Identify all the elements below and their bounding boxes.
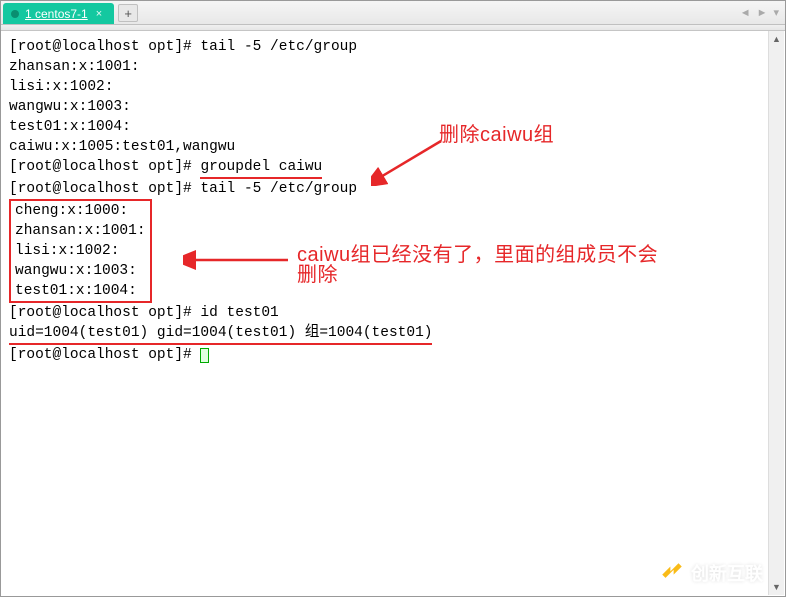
nav-menu-icon[interactable]: ▾ [771,4,781,21]
terminal-line: cheng:x:1000: [15,201,146,221]
terminal-line: test01:x:1004: [15,281,146,301]
terminal-line: caiwu:x:1005:test01,wangwu [9,137,777,157]
tab-centos7-1[interactable]: 1 centos7-1 × [3,3,114,24]
highlighted-command: groupdel caiwu [200,157,322,179]
terminal-line: [root@localhost opt]# tail -5 /etc/group [9,37,777,57]
annotation-text: 删除caiwu组 [439,125,554,145]
vertical-scrollbar[interactable]: ▲ ▼ [768,31,784,595]
tab-nav: ◄ ► ▾ [738,1,781,24]
tab-status-dot [11,10,19,18]
close-icon[interactable]: × [94,8,104,20]
nav-left-icon[interactable]: ◄ [738,5,753,21]
terminal-line: lisi:x:1002: [9,77,777,97]
watermark-logo-icon [659,560,685,586]
cursor [200,348,209,363]
annotation-text: 删除 [297,265,658,285]
watermark-text: 创新互联 [691,560,763,586]
terminal-line: uid=1004(test01) gid=1004(test01) 组=1004… [9,323,777,345]
plus-icon: + [124,6,132,21]
tab-bar: 1 centos7-1 × + ◄ ► ▾ [1,1,785,25]
terminal-line: zhansan:x:1001: [15,221,146,241]
terminal-line: wangwu:x:1003: [15,261,146,281]
annotation-block: caiwu组已经没有了，里面的组成员不会 删除 [297,245,658,285]
tab-label: 1 centos7-1 [25,7,88,21]
highlighted-output: uid=1004(test01) gid=1004(test01) 组=1004… [9,323,432,345]
terminal-line: [root@localhost opt]# id test01 [9,303,777,323]
nav-right-icon[interactable]: ► [755,5,770,21]
output-highlight-box: cheng:x:1000: zhansan:x:1001: lisi:x:100… [9,199,152,303]
terminal-line: [root@localhost opt]# tail -5 /etc/group [9,179,777,199]
scroll-up-icon[interactable]: ▲ [769,31,784,47]
terminal-line: zhansan:x:1001: [9,57,777,77]
terminal-line: lisi:x:1002: [15,241,146,261]
terminal-line: [root@localhost opt]# groupdel caiwu [9,157,777,179]
annotation-text: caiwu组已经没有了，里面的组成员不会 [297,245,658,265]
annotation-arrow-icon [183,247,293,273]
terminal-line: test01:x:1004: [9,117,777,137]
terminal-prompt-line: [root@localhost opt]# [9,345,777,365]
add-tab-button[interactable]: + [118,4,138,22]
terminal-line: wangwu:x:1003: [9,97,777,117]
terminal-area[interactable]: [root@localhost opt]# tail -5 /etc/group… [1,31,785,596]
watermark: 创新互联 [659,560,763,586]
prompt-text: [root@localhost opt]# [9,347,200,363]
scroll-down-icon[interactable]: ▼ [769,579,784,595]
